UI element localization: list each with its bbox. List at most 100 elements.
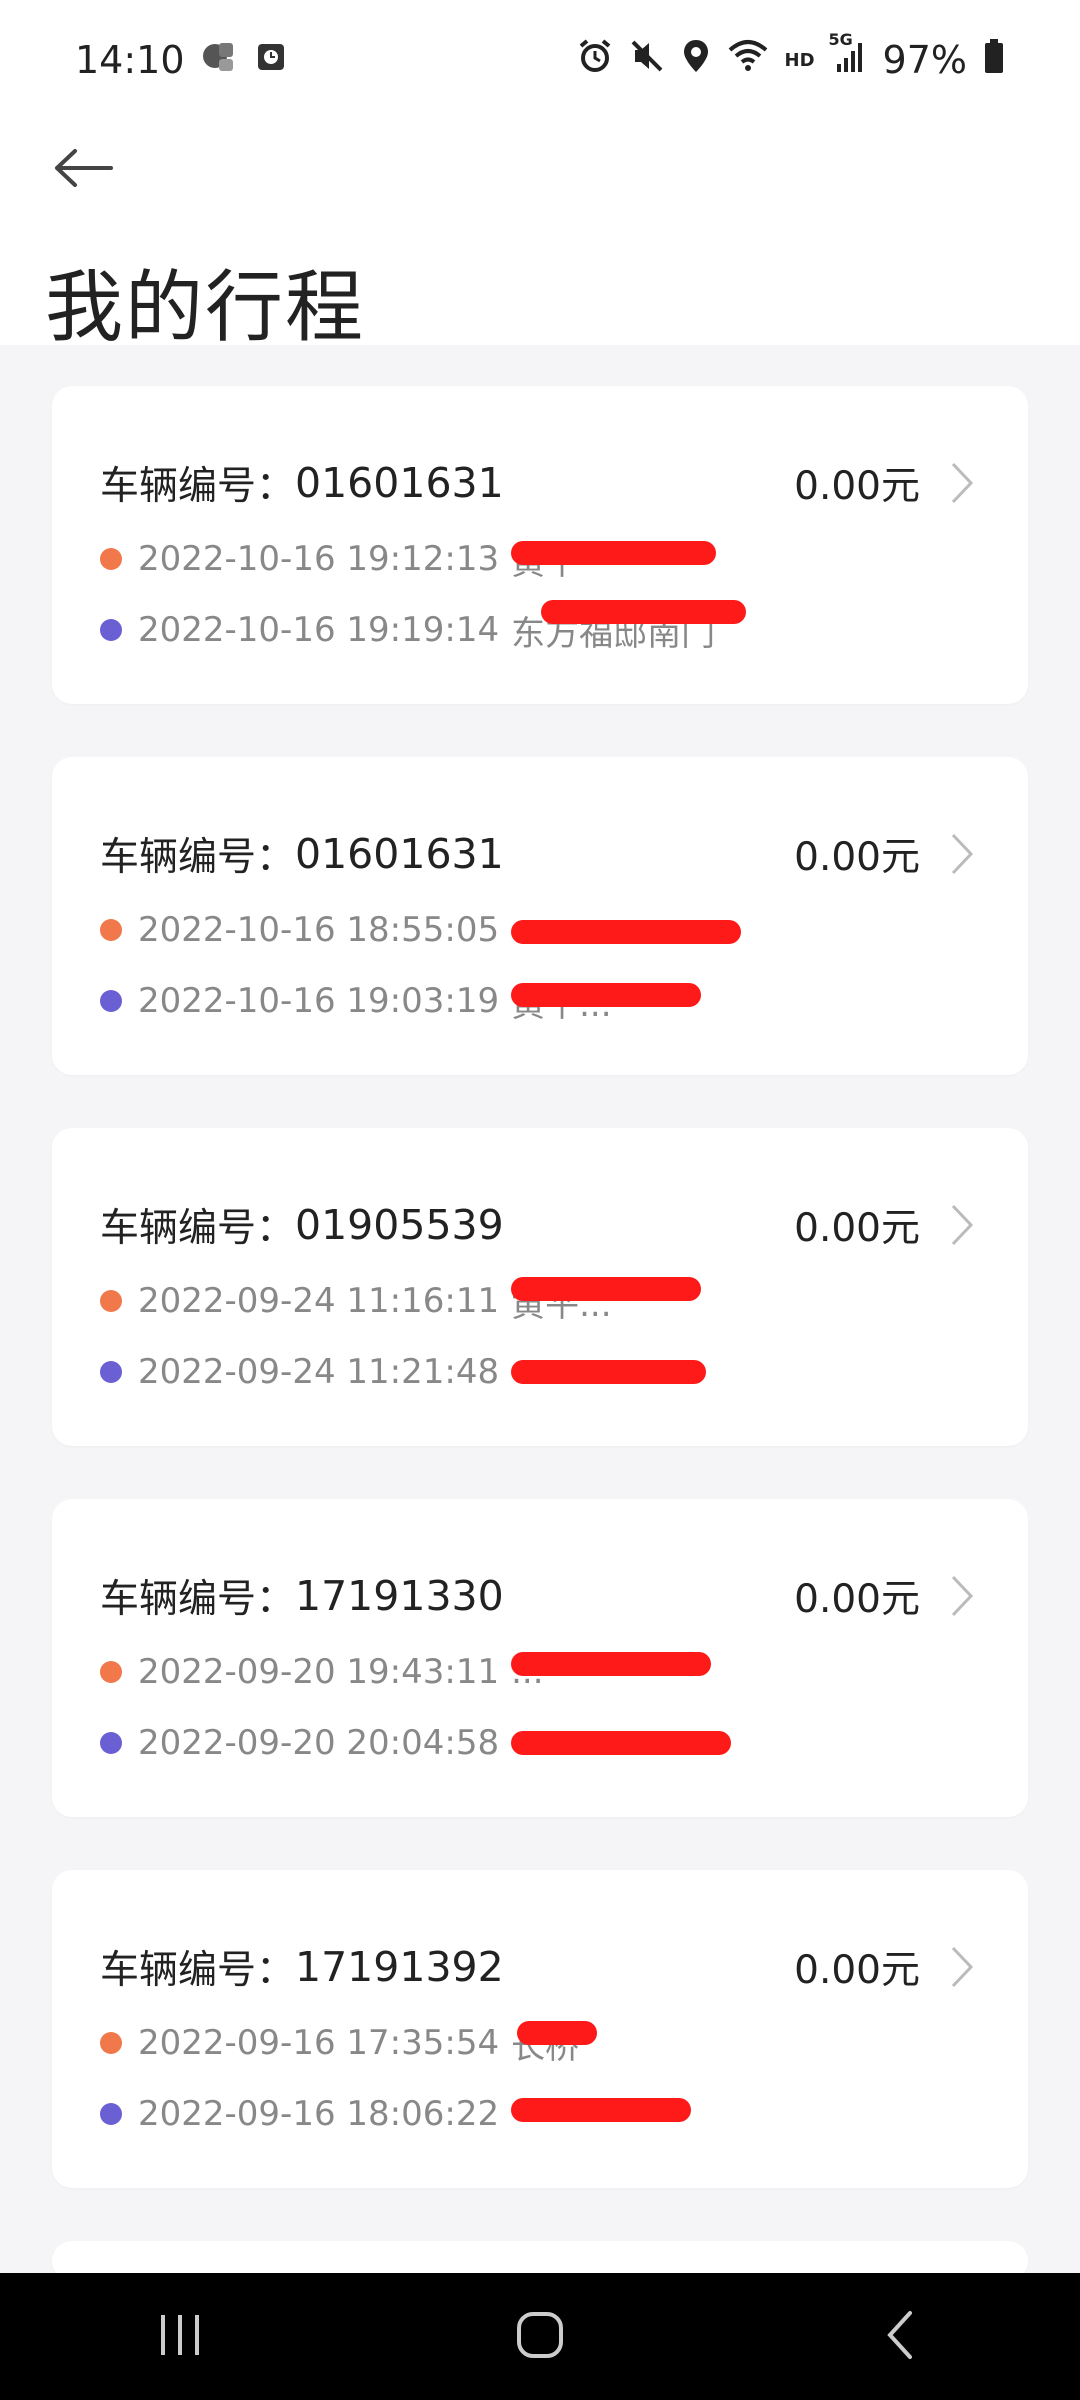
start-dot [100, 1290, 122, 1312]
end-dot [100, 990, 122, 1012]
back-nav-button[interactable] [840, 2297, 960, 2377]
start-place: 黄平 [511, 535, 717, 584]
start-dot [100, 548, 122, 570]
start-dot [100, 2032, 122, 2054]
end-dot [100, 2103, 122, 2125]
start-place: 黄平... [511, 1276, 702, 1326]
page-title: 我的行程 [45, 263, 366, 353]
alarm-icon [577, 38, 613, 83]
screen-record-icon [255, 38, 287, 82]
end-time: 2022-09-16 18:06:22 [138, 2094, 500, 2134]
start-time: 2022-09-20 19:43:11 [138, 1652, 500, 1692]
trip-start-row: 2022-09-16 17:35:54 长桥 [100, 2018, 598, 2068]
end-time: 2022-09-24 11:21:48 [138, 1352, 500, 1392]
redaction-mark [511, 1652, 712, 1676]
chevron-right-icon [950, 1200, 984, 1250]
trip-card[interactable]: 车辆编号： 01905539 0.00元 2022-09-24 11:16:11… [52, 1128, 1028, 1446]
redaction-mark [541, 599, 747, 624]
recent-apps-button[interactable] [120, 2297, 240, 2377]
start-place [511, 912, 742, 948]
back-button[interactable] [48, 140, 118, 200]
trip-start-row: 2022-10-16 18:55:05 [100, 905, 742, 955]
end-dot [100, 619, 122, 641]
mute-icon [629, 38, 665, 83]
wifi-icon [727, 38, 769, 83]
end-place: 黄平... [511, 977, 702, 1026]
trip-card[interactable]: 车辆编号： 17191330 0.00元 2022-09-20 19:43:11… [52, 1499, 1028, 1817]
trip-card-header: 车辆编号： 17191330 0.00元 [100, 1561, 984, 1631]
vehicle-label: 车辆编号： [100, 1206, 296, 1251]
vehicle-label: 车辆编号： [100, 464, 296, 509]
redaction-mark [511, 2098, 692, 2122]
trip-amount: 0.00元 [794, 835, 920, 880]
battery-percent: 97% [882, 38, 967, 82]
status-bar: 14:10 HD 5G 97% [0, 0, 1080, 120]
end-place: 东方福邸南门 [511, 599, 747, 655]
vehicle-number: 01905539 [295, 1201, 504, 1249]
trip-card-header: 车辆编号： 01601631 0.00元 [100, 819, 984, 889]
home-button[interactable] [480, 2297, 600, 2377]
start-time: 2022-10-16 19:12:13 [138, 539, 500, 579]
trip-amount: 0.00元 [794, 1206, 920, 1251]
chevron-right-icon [950, 1571, 984, 1621]
vehicle-number: 17191392 [295, 1943, 504, 1991]
redaction-mark [511, 540, 717, 565]
trip-list: 车辆编号： 01601631 0.00元 2022-10-16 19:12:13… [52, 386, 1028, 2281]
status-time: 14:10 [75, 38, 185, 82]
end-place [511, 1725, 732, 1761]
trip-start-row: 2022-10-16 19:12:13 黄平 [100, 534, 717, 584]
recent-apps-icon [155, 2311, 205, 2363]
chevron-right-icon [950, 1942, 984, 1992]
vehicle-label: 车辆编号： [100, 1577, 296, 1622]
trip-card-header: 车辆编号： 17191392 0.00元 [100, 1932, 984, 2002]
status-left: 14:10 [75, 37, 287, 84]
end-place [511, 1354, 707, 1390]
location-icon [681, 38, 711, 83]
trip-card-header: 车辆编号： 01905539 0.00元 [100, 1190, 984, 1260]
end-time: 2022-10-16 19:03:19 [138, 981, 500, 1021]
trip-amount: 0.00元 [794, 1948, 920, 1993]
start-place: 长桥 [511, 2019, 598, 2068]
trip-amount: 0.00元 [794, 464, 920, 509]
redaction-mark [511, 982, 702, 1007]
signal-icon: 5G [829, 30, 867, 83]
start-time: 2022-09-16 17:35:54 [138, 2023, 500, 2063]
end-time: 2022-10-16 19:19:14 [138, 610, 500, 650]
system-nav-bar [0, 2273, 1080, 2400]
start-time: 2022-10-16 18:55:05 [138, 910, 500, 950]
trip-amount: 0.00元 [794, 1577, 920, 1622]
start-dot [100, 1661, 122, 1683]
start-time: 2022-09-24 11:16:11 [138, 1281, 500, 1321]
redaction-mark [511, 1276, 702, 1301]
trip-card[interactable]: 车辆编号： 01601631 0.00元 2022-10-16 18:55:05… [52, 757, 1028, 1075]
trip-end-row: 2022-09-20 20:04:58 [100, 1718, 732, 1768]
status-right: HD 5G 97% [577, 30, 1005, 83]
start-place: ... [511, 1652, 712, 1692]
trip-card-header: 车辆编号： 01601631 0.00元 [100, 448, 984, 518]
home-icon [514, 2309, 566, 2365]
battery-icon [983, 38, 1005, 83]
trip-card[interactable]: 车辆编号： 01601631 0.00元 2022-10-16 19:12:13… [52, 386, 1028, 704]
trip-card[interactable]: 车辆编号： 17191392 0.00元 2022-09-16 17:35:54… [52, 1870, 1028, 2188]
vehicle-number: 01601631 [295, 830, 504, 878]
trip-end-row: 2022-10-16 19:03:19 黄平... [100, 976, 702, 1026]
trip-start-row: 2022-09-20 19:43:11 ... [100, 1647, 712, 1697]
chevron-right-icon [950, 829, 984, 879]
redaction-mark [511, 1731, 732, 1755]
hd-label: HD [784, 49, 815, 71]
redaction-mark [511, 1360, 707, 1384]
vehicle-label: 车辆编号： [100, 835, 296, 880]
vehicle-number: 17191330 [295, 1572, 504, 1620]
trip-end-row: 2022-09-24 11:21:48 [100, 1347, 707, 1397]
end-time: 2022-09-20 20:04:58 [138, 1723, 500, 1763]
chevron-right-icon [950, 458, 984, 508]
redaction-mark [511, 920, 742, 944]
start-dot [100, 919, 122, 941]
end-dot [100, 1732, 122, 1754]
app-notification-icon [201, 37, 239, 84]
vehicle-label: 车辆编号： [100, 1948, 296, 1993]
end-dot [100, 1361, 122, 1383]
network-label: 5G [828, 29, 853, 49]
end-place [511, 2096, 692, 2132]
arrow-left-icon [51, 148, 115, 192]
